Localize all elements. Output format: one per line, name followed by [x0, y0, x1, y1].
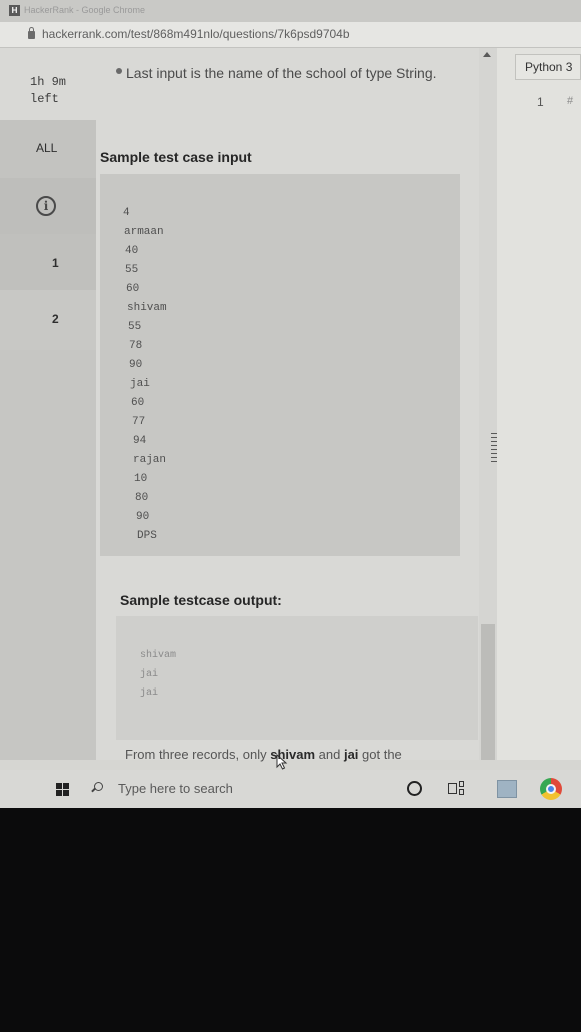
sample-output-lines: shivam jai jai [140, 646, 176, 703]
question-1-label: 1 [52, 256, 59, 270]
sample-input-line: 40 [125, 245, 139, 257]
sample-output-block: shivam jai jai [116, 616, 478, 740]
scroll-up-arrow-icon[interactable] [483, 52, 491, 57]
taskbar-app-icon[interactable] [497, 780, 517, 798]
window-title: HackerRank - Google Chrome [24, 5, 146, 15]
sample-output-line: jai [140, 669, 159, 680]
time-left: 1h 9m left [30, 75, 67, 106]
sample-input-line: shivam [127, 302, 167, 314]
url-text[interactable]: hackerrank.com/test/868m491nlo/questions… [42, 27, 350, 41]
sample-output-line: shivam [140, 650, 177, 661]
timer: 1h 9m left [0, 48, 96, 120]
sample-input-lines: 4 armaan 40 55 60 shivam 55 78 90 jai 60 77 94 rajan 1… [123, 204, 167, 546]
sidebar-item-question-1[interactable]: 1 [0, 234, 96, 290]
line-number: 1 [537, 95, 544, 109]
chrome-icon[interactable] [540, 778, 562, 800]
sample-input-line: armaan [124, 226, 164, 238]
title-bar: H HackerRank - Google Chrome [0, 0, 581, 22]
problem-statement: Last input is the name of the school of … [96, 48, 479, 770]
sample-input-line: 55 [125, 264, 139, 276]
windows-taskbar: Type here to search [0, 770, 581, 808]
sample-output-line: jai [140, 688, 159, 699]
cortana-icon[interactable] [407, 781, 422, 796]
explanation-prefix: From three records, only [125, 747, 271, 762]
explanation-text: From three records, only shivam and jai … [125, 747, 402, 762]
info-icon: i [36, 196, 56, 216]
code-editor[interactable]: Python 3 1 # [497, 48, 581, 760]
sample-input-line: jai [130, 378, 150, 390]
language-select[interactable]: Python 3 [515, 54, 581, 80]
sample-input-line: rajan [133, 454, 167, 466]
taskbar-search-input[interactable]: Type here to search [118, 781, 233, 796]
explanation-suffix: got the [358, 747, 402, 762]
address-bar[interactable]: hackerrank.com/test/868m491nlo/questions… [0, 22, 581, 48]
explanation-name-1: shivam [270, 747, 316, 762]
question-sidebar: 1h 9m left ALL i 1 2 [0, 48, 96, 760]
monitor-bezel [0, 808, 581, 1032]
sample-input-line: 10 [134, 473, 148, 485]
sidebar-item-all-label: ALL [36, 141, 58, 155]
lock-icon [28, 27, 35, 39]
sample-input-line: 90 [136, 511, 150, 523]
explanation-name-2: jai [343, 747, 359, 762]
sidebar-item-all[interactable]: ALL [0, 120, 96, 178]
sample-input-line: 60 [126, 283, 140, 295]
sample-input-line: 80 [135, 492, 149, 504]
screen: H HackerRank - Google Chrome hackerrank.… [0, 0, 581, 808]
sample-input-block: 4 armaan 40 55 60 shivam 55 78 90 jai 60 77 94 rajan 1… [100, 174, 460, 556]
sample-input-line: 94 [133, 435, 147, 447]
bullet-point [116, 68, 122, 74]
bullet-text: Last input is the name of the school of … [126, 65, 437, 81]
sidebar-item-question-2[interactable]: 2 [0, 290, 96, 350]
sample-input-line: 90 [129, 359, 143, 371]
scroll-thumb[interactable] [481, 624, 495, 760]
search-icon [94, 782, 103, 791]
code-line[interactable]: # [567, 95, 573, 107]
windows-start-icon[interactable] [56, 783, 69, 796]
sample-input-line: 78 [129, 340, 143, 352]
problem-scrollbar[interactable] [479, 48, 497, 760]
sidebar-item-info[interactable]: i [0, 178, 96, 234]
question-2-label: 2 [52, 312, 59, 326]
hackerrank-app-icon: H [9, 5, 20, 16]
sample-input-line: 77 [132, 416, 146, 428]
sample-input-heading: Sample test case input [100, 149, 252, 165]
sample-input-line: 60 [131, 397, 145, 409]
sample-input-line: 55 [128, 321, 142, 333]
sample-input-line: DPS [137, 530, 157, 542]
explanation-mid: and [315, 747, 344, 762]
sample-input-line: 4 [123, 207, 130, 219]
task-view-icon[interactable] [448, 781, 464, 796]
sample-output-heading: Sample testcase output: [120, 592, 282, 608]
